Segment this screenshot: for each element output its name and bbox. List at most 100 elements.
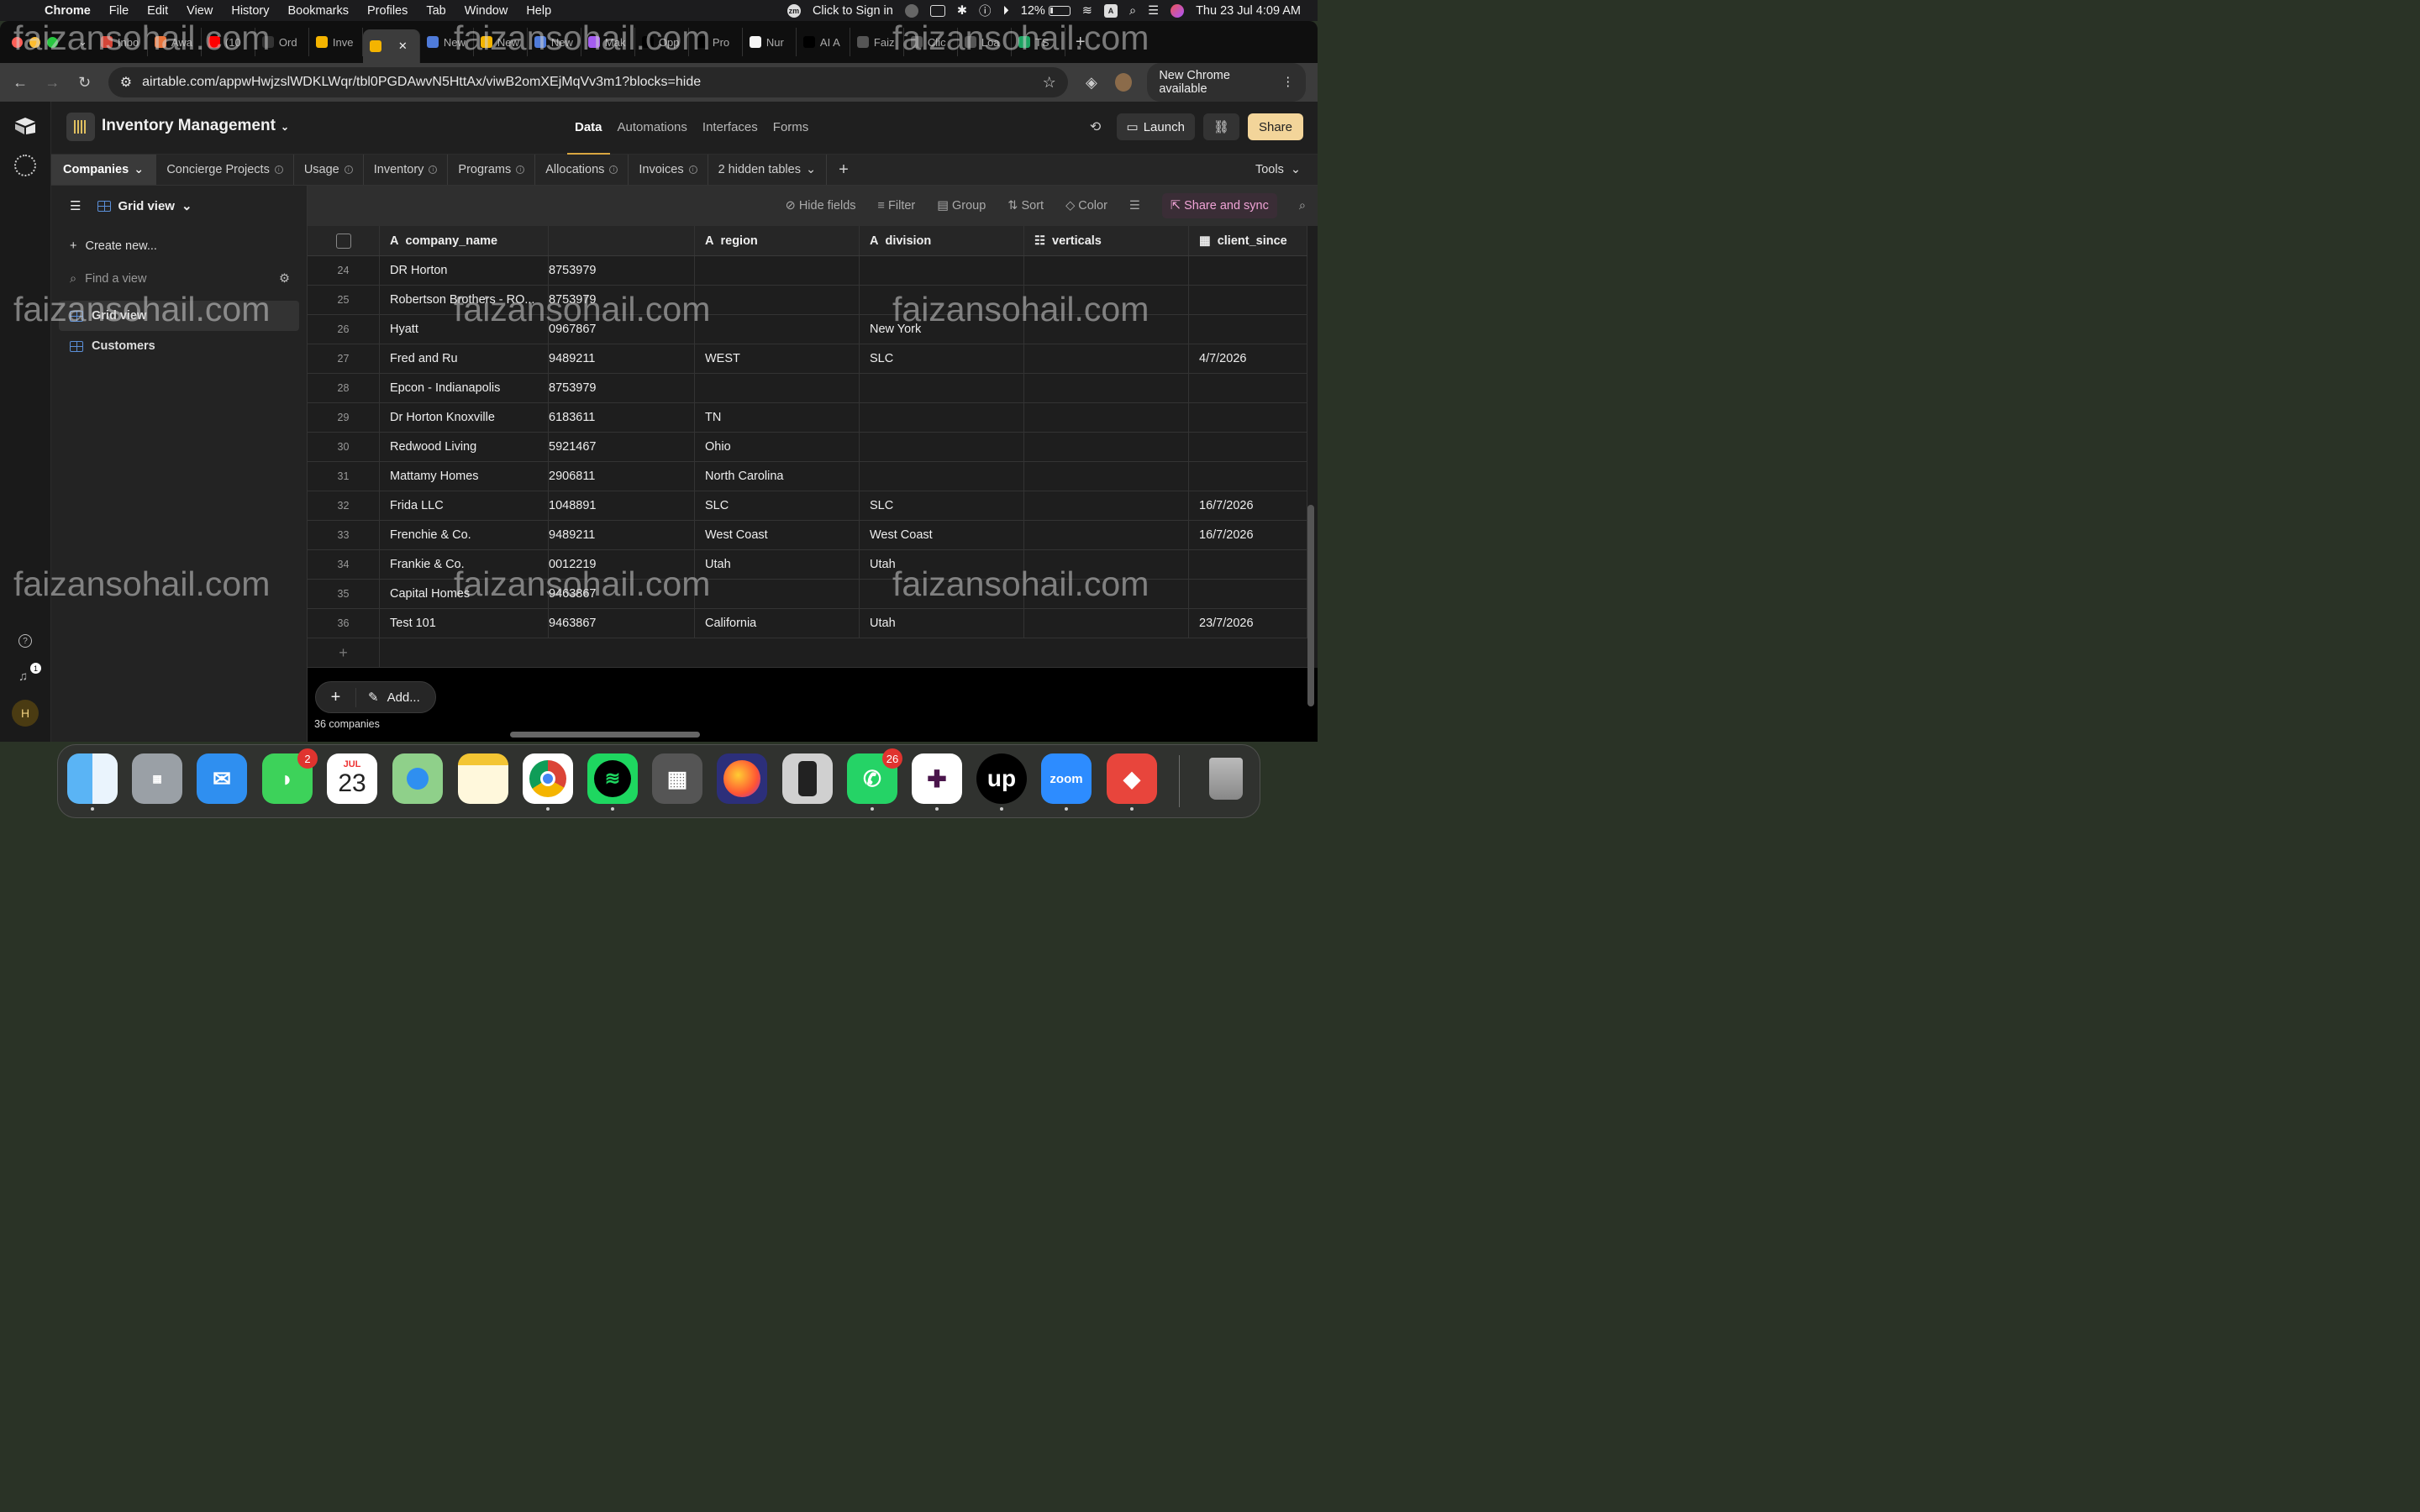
table-tab-inventory[interactable]: Inventory i <box>364 155 449 185</box>
cell-id[interactable]: 8753979 <box>549 256 695 285</box>
browser-tab[interactable]: TS <box>1012 28 1065 56</box>
nav-data[interactable]: Data <box>567 102 610 155</box>
cell-since[interactable]: 4/7/2026 <box>1189 344 1307 373</box>
table-tab-invoices[interactable]: Invoices i <box>629 155 708 185</box>
reload-icon[interactable]: ↻ <box>76 74 93 92</box>
select-all-checkbox[interactable] <box>308 226 380 255</box>
table-row[interactable]: 24 DR Horton 8753979 <box>308 256 1307 286</box>
nav-interfaces[interactable]: Interfaces <box>695 102 765 155</box>
cell-name[interactable]: Frida LLC <box>380 491 549 520</box>
cell-verticals[interactable] <box>1024 344 1189 373</box>
cell-region[interactable]: North Carolina <box>695 462 860 491</box>
browser-tab[interactable]: Awa <box>148 28 202 56</box>
menu-file[interactable]: File <box>100 4 138 18</box>
cell-id[interactable]: 9463867 <box>549 580 695 608</box>
cell-division[interactable] <box>860 433 1024 461</box>
nav-automations[interactable]: Automations <box>610 102 695 155</box>
group-button[interactable]: ▤ Group <box>937 199 986 213</box>
color-button[interactable]: ◇ Color <box>1065 199 1107 213</box>
browser-tab[interactable]: Opp <box>635 28 689 56</box>
airtable-logo-icon[interactable] <box>14 117 36 135</box>
siri-icon[interactable] <box>1171 3 1185 18</box>
table-row[interactable]: 32 Frida LLC 1048891 SLC SLC 16/7/2026 <box>308 491 1307 521</box>
cell-division[interactable] <box>860 462 1024 491</box>
cell-division[interactable] <box>860 580 1024 608</box>
cell-division[interactable] <box>860 403 1024 432</box>
forward-icon[interactable]: → <box>44 74 60 92</box>
cell-region[interactable]: Utah <box>695 550 860 579</box>
cell-id[interactable]: 6183611 <box>549 403 695 432</box>
cell-region[interactable]: WEST <box>695 344 860 373</box>
menu-view[interactable]: View <box>177 4 222 18</box>
table-row[interactable]: 30 Redwood Living 5921467 Ohio <box>308 433 1307 462</box>
menu-edit[interactable]: Edit <box>138 4 177 18</box>
search-icon[interactable]: ⌕ <box>1299 199 1306 213</box>
help-icon[interactable]: ? <box>18 634 32 648</box>
browser-tab[interactable]: New <box>474 28 528 56</box>
cell-verticals[interactable] <box>1024 609 1189 638</box>
slack-icon[interactable]: ✚ <box>912 753 962 804</box>
hidden-tables-dropdown[interactable]: 2 hidden tables ⌄ <box>708 155 828 185</box>
click-to-sign-in[interactable]: Click to Sign in <box>813 4 893 18</box>
cell-region[interactable] <box>695 580 860 608</box>
cell-region[interactable] <box>695 286 860 314</box>
table-tab-usage[interactable]: Usage i <box>294 155 364 185</box>
cell-since[interactable] <box>1189 374 1307 402</box>
cell-id[interactable]: 0967867 <box>549 315 695 344</box>
notes-icon[interactable] <box>458 753 508 804</box>
omni-assistant-icon[interactable] <box>14 155 36 176</box>
cell-region[interactable]: West Coast <box>695 521 860 549</box>
mail-icon[interactable]: ✉ <box>197 753 247 804</box>
table-row[interactable]: 33 Frenchie & Co. 9489211 West Coast West Co… <box>308 521 1307 550</box>
add-more-button[interactable]: ✎ Add... <box>356 690 435 706</box>
cell-id[interactable]: 8753979 <box>549 374 695 402</box>
menu-tab[interactable]: Tab <box>417 4 455 18</box>
profile-avatar[interactable] <box>1115 73 1133 92</box>
cell-name[interactable]: Dr Horton Knoxville <box>380 403 549 432</box>
cell-since[interactable] <box>1189 315 1307 344</box>
cell-verticals[interactable] <box>1024 462 1189 491</box>
column-header-id[interactable] <box>549 226 695 255</box>
cell-verticals[interactable] <box>1024 374 1189 402</box>
browser-tab[interactable]: Faiz <box>850 28 904 56</box>
menu-history[interactable]: History <box>222 4 278 18</box>
zoom-window-button[interactable] <box>47 36 58 48</box>
user-avatar[interactable]: H <box>12 700 39 727</box>
spotify-icon[interactable]: ≋ <box>587 753 638 804</box>
cell-since[interactable]: 23/7/2026 <box>1189 609 1307 638</box>
menu-clock[interactable]: Thu 23 Jul 4:09 AM <box>1196 4 1301 18</box>
table-row[interactable]: 27 Fred and Ru 9489211 WEST SLC 4/7/2026 <box>308 344 1307 374</box>
copy-link-button[interactable]: ⛓ <box>1202 113 1239 140</box>
cell-region[interactable] <box>695 315 860 344</box>
cell-name[interactable]: Hyatt <box>380 315 549 344</box>
table-row[interactable]: 26 Hyatt 0967867 New York <box>308 315 1307 344</box>
new-tab-button[interactable]: + <box>1065 33 1096 52</box>
zoom-icon[interactable]: zoom <box>1041 753 1092 804</box>
accessibility-icon[interactable]: ⓘ <box>979 2 992 19</box>
calculator-icon[interactable]: ▦ <box>652 753 702 804</box>
cell-name[interactable]: Robertson Brothers - RO... <box>380 286 549 314</box>
chrome-update-button[interactable]: New Chrome available ⋮ <box>1147 63 1306 102</box>
find-view-input[interactable]: ⌕ Find a view ⚙ <box>51 264 307 294</box>
cell-division[interactable]: SLC <box>860 344 1024 373</box>
site-info-icon[interactable]: ⚙ <box>120 74 132 91</box>
nav-forms[interactable]: Forms <box>765 102 817 155</box>
messages-icon[interactable]: ◗ 2 <box>262 748 318 804</box>
sort-button[interactable]: ⇅ Sort <box>1007 199 1044 213</box>
cell-id[interactable]: 9489211 <box>549 344 695 373</box>
cell-name[interactable]: Epcon - Indianapolis <box>380 374 549 402</box>
bookmark-star-icon[interactable]: ☆ <box>1043 74 1056 92</box>
cell-division[interactable]: Utah <box>860 609 1024 638</box>
cell-name[interactable]: Capital Homes <box>380 580 549 608</box>
browser-tab[interactable]: New <box>528 28 581 56</box>
cell-name[interactable]: Frankie & Co. <box>380 550 549 579</box>
table-row[interactable]: 34 Frankie & Co. 0012219 Utah Utah <box>308 550 1307 580</box>
cell-division[interactable] <box>860 256 1024 285</box>
cell-since[interactable] <box>1189 286 1307 314</box>
cell-name[interactable]: Fred and Ru <box>380 344 549 373</box>
revision-history-icon[interactable]: ⟲ <box>1083 118 1108 135</box>
table-tab-companies[interactable]: Companies ⌄ <box>51 155 157 185</box>
browser-tab[interactable]: Inbo <box>94 28 148 56</box>
cell-name[interactable]: Mattamy Homes <box>380 462 549 491</box>
cell-id[interactable]: 2906811 <box>549 462 695 491</box>
